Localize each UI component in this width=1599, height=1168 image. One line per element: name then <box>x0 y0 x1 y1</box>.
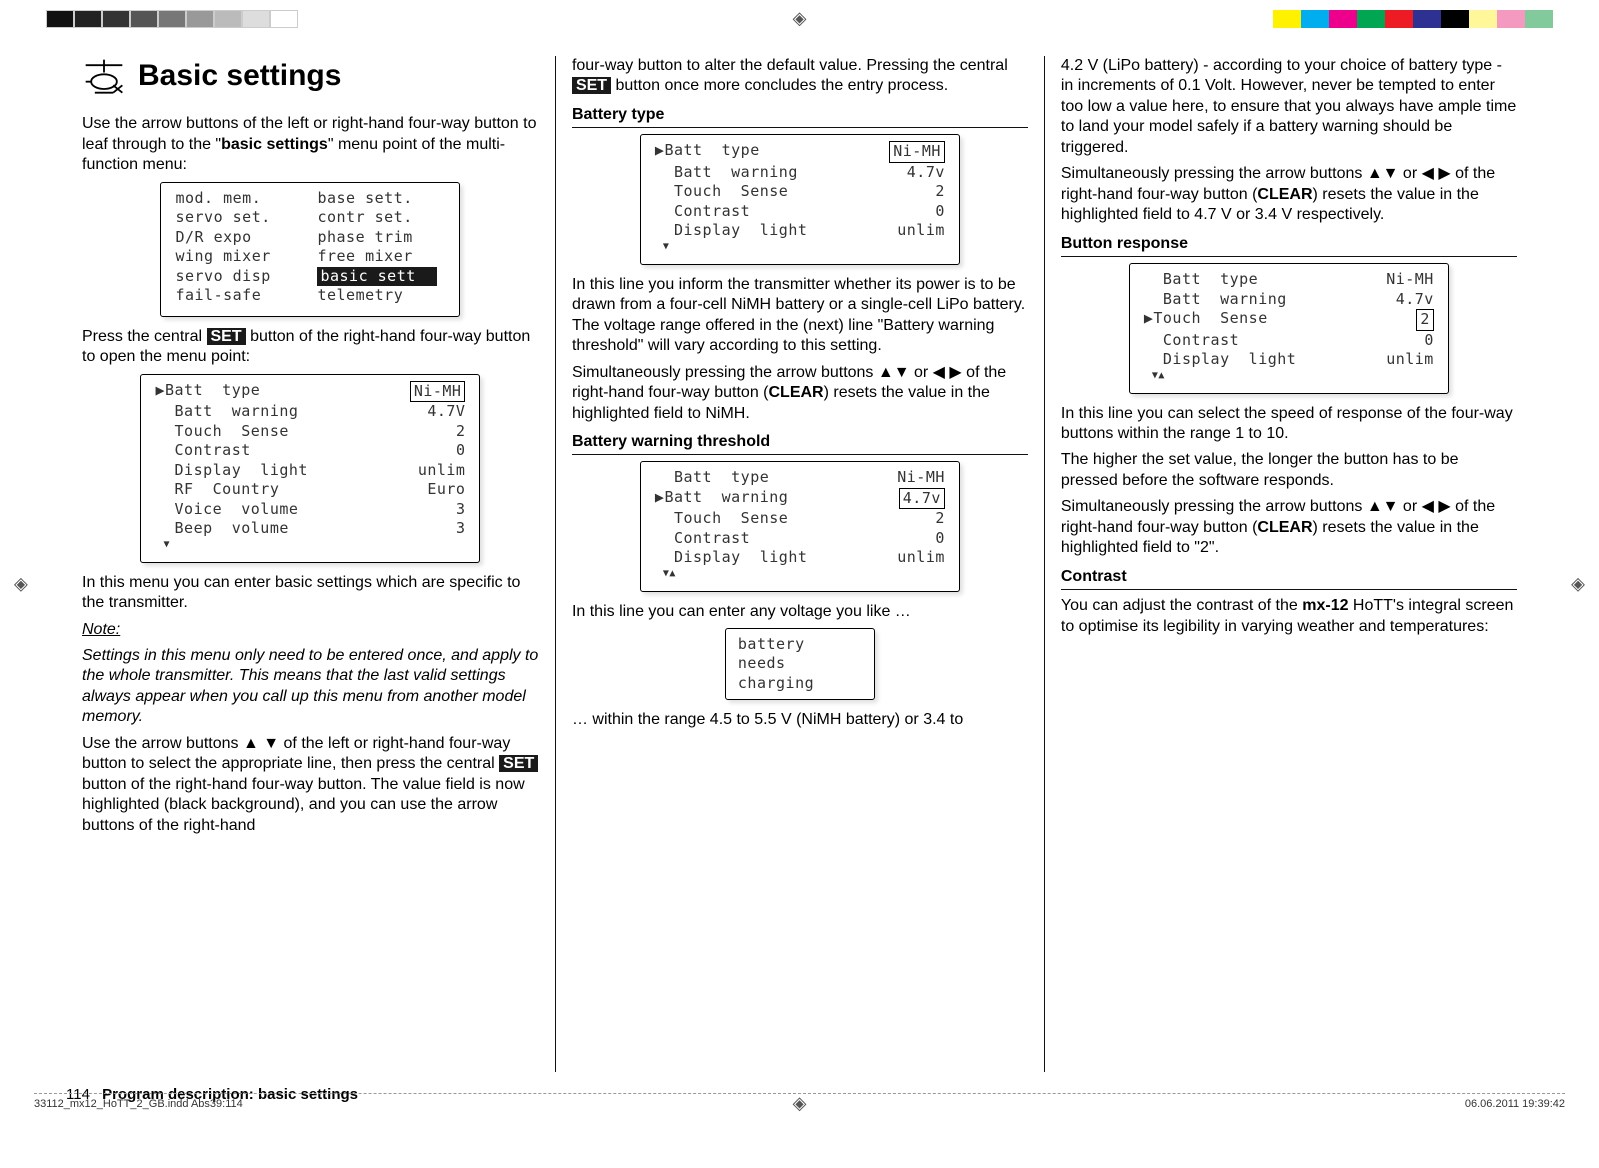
grayscale-swatches <box>46 10 298 28</box>
section-heading: Contrast <box>1061 567 1517 590</box>
registration-mark-icon: ◈ <box>793 8 807 29</box>
print-footer: 33112_mx12_HoTT_2_GB.indd Abs39:114 06.0… <box>34 1093 1565 1110</box>
column-3: 4.2 V (LiPo battery) - according to your… <box>1044 56 1533 1072</box>
set-button-label: SET <box>207 328 246 345</box>
section-heading: Button response <box>1061 234 1517 257</box>
file-info: 33112_mx12_HoTT_2_GB.indd Abs39:114 <box>34 1098 243 1110</box>
body-text: 4.2 V (LiPo battery) - according to your… <box>1061 56 1517 158</box>
body-text: Use the arrow buttons ▲ ▼ of the left or… <box>82 734 539 836</box>
note-text: Settings in this menu only need to be en… <box>82 646 539 728</box>
set-button-label: SET <box>572 77 611 94</box>
selected-menu-item: basic sett <box>317 267 437 287</box>
lcd-battery-warning: Batt typeNi-MH ▶Batt warning4.7v Touch S… <box>640 461 960 591</box>
body-text: Simultaneously pressing the arrow button… <box>572 363 1028 424</box>
body-text: In this line you can enter any voltage y… <box>572 602 1028 622</box>
body-text: Press the central SET button of the righ… <box>82 327 539 368</box>
scroll-icon: ▼▲ <box>663 568 945 581</box>
column-2: four-way button to alter the default val… <box>555 56 1044 1072</box>
lcd-charging-message: battery needs charging <box>725 628 875 700</box>
color-swatches <box>1273 10 1553 28</box>
body-text: Simultaneously pressing the arrow button… <box>1061 497 1517 558</box>
body-text: … within the range 4.5 to 5.5 V (NiMH ba… <box>572 710 1028 730</box>
scroll-down-icon: ▼ <box>163 539 465 552</box>
body-text: four-way button to alter the default val… <box>572 56 1028 97</box>
print-marks: ◈ <box>0 6 1599 30</box>
helicopter-icon <box>82 56 126 106</box>
body-text: The higher the set value, the longer the… <box>1061 450 1517 491</box>
lcd-battery-type: ▶Batt typeNi-MH Batt warning4.7v Touch S… <box>640 134 960 264</box>
registration-mark-icon: ◈ <box>1571 574 1585 595</box>
body-text: You can adjust the contrast of the mx-12… <box>1061 596 1517 637</box>
body-text: Simultaneously pressing the arrow button… <box>1061 164 1517 225</box>
body-text: In this line you inform the transmitter … <box>572 275 1028 357</box>
registration-mark-icon: ◈ <box>14 574 28 595</box>
lcd-settings-list: ▶Batt typeNi-MH Batt warning4.7V Touch S… <box>140 374 480 563</box>
page-title: Basic settings <box>138 57 341 95</box>
section-heading: Battery type <box>572 105 1028 128</box>
body-text: In this line you can select the speed of… <box>1061 404 1517 445</box>
page-content: Basic settings Use the arrow buttons of … <box>66 56 1533 1072</box>
print-date: 06.06.2011 19:39:42 <box>1465 1098 1565 1110</box>
set-button-label: SET <box>499 755 538 772</box>
section-heading: Battery warning threshold <box>572 432 1028 455</box>
lcd-button-response: Batt typeNi-MH Batt warning4.7v ▶Touch S… <box>1129 263 1449 393</box>
body-text: In this menu you can enter basic setting… <box>82 573 539 614</box>
scroll-down-icon: ▼ <box>663 241 945 254</box>
scroll-icon: ▼▲ <box>1152 370 1434 383</box>
lcd-menu-grid: mod. mem.base sett. servo set.contr set.… <box>160 182 460 317</box>
note-label: Note: <box>82 620 539 640</box>
body-text: Use the arrow buttons of the left or rig… <box>82 114 539 175</box>
column-1: Basic settings Use the arrow buttons of … <box>66 56 555 1072</box>
